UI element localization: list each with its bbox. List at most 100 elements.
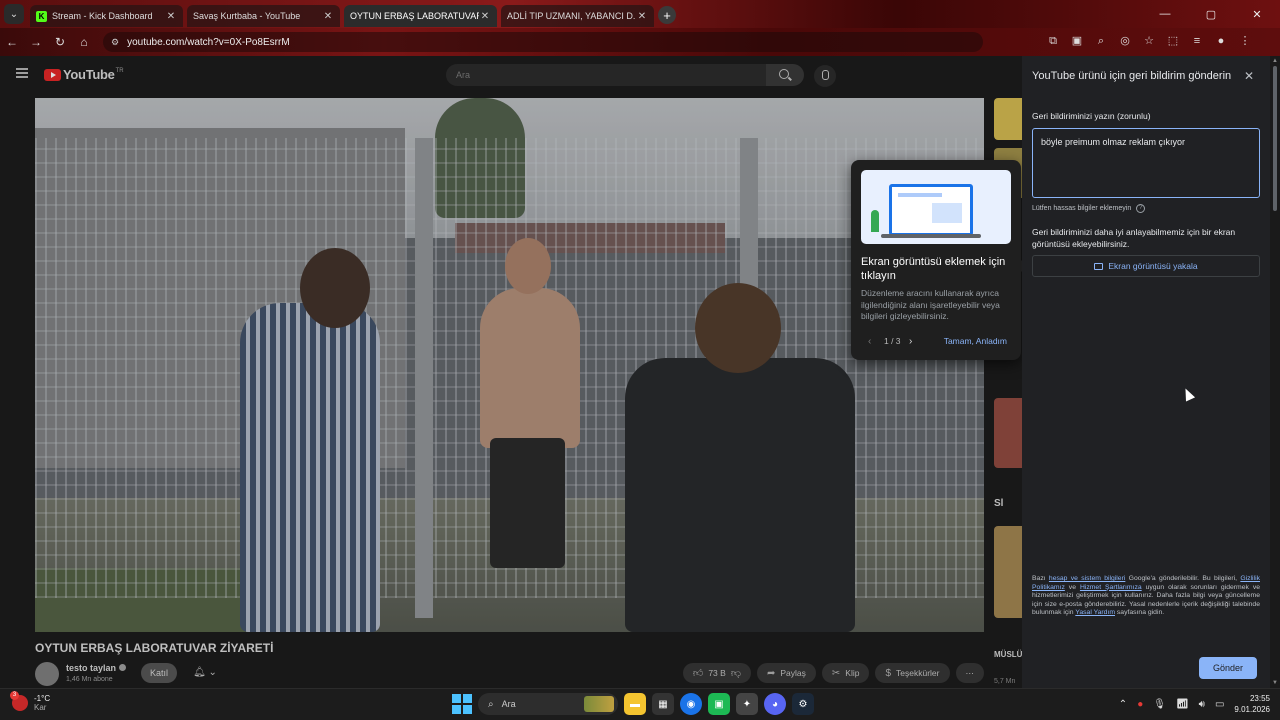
callout-body: Düzenleme aracını kullanarak ayrıca ilgi… bbox=[861, 288, 1000, 321]
battery-icon[interactable]: ▭ bbox=[1215, 699, 1224, 710]
weather-widget[interactable]: 3 -1°C Kar bbox=[10, 691, 51, 712]
discord-icon[interactable]: ◕ bbox=[764, 693, 786, 715]
hint-text: Lütfen hassas bilgiler eklemeyin bbox=[1032, 205, 1132, 212]
time: 23:55 bbox=[1249, 694, 1270, 703]
address-bar[interactable]: ⚙ youtube.com/watch?v=0X-Po8EsrrM bbox=[103, 32, 983, 52]
callout-page-indicator: 1 / 3 bbox=[884, 336, 901, 346]
close-window-icon[interactable]: ✕ bbox=[1234, 8, 1280, 21]
legal-notice: Bazı hesap ve sistem bilgileri Google'a … bbox=[1032, 575, 1260, 618]
tab-kick-dashboard[interactable]: K Stream - Kick Dashboard ✕ bbox=[30, 5, 183, 27]
feedback-panel: YouTube ürünü için geri bildirim gönderi… bbox=[1022, 56, 1270, 688]
cast-icon[interactable]: ▣ bbox=[1070, 34, 1084, 48]
bookmark-star-icon[interactable]: ☆ bbox=[1142, 34, 1156, 48]
callout-ok-button[interactable]: Tamam, Anladım bbox=[944, 336, 1007, 346]
tab-search-button[interactable]: ⌄ bbox=[4, 4, 24, 24]
laptop-screen-illustration bbox=[889, 184, 973, 236]
back-icon[interactable]: ← bbox=[0, 35, 24, 49]
terms-of-service-link[interactable]: Hizmet Şartlarımıza bbox=[1080, 584, 1142, 591]
translate-icon[interactable]: ⧉ bbox=[1046, 34, 1060, 48]
microphone-icon[interactable]: 🎙︎ bbox=[1153, 699, 1166, 710]
chevron-up-icon[interactable]: ⌃ bbox=[1119, 699, 1127, 710]
close-icon[interactable]: ✕ bbox=[479, 11, 491, 22]
close-icon[interactable]: ✕ bbox=[1244, 69, 1254, 83]
store-icon[interactable]: ▦ bbox=[652, 693, 674, 715]
forward-icon[interactable]: → bbox=[24, 35, 48, 49]
app-icon[interactable]: ✦ bbox=[736, 693, 758, 715]
monitor-icon bbox=[1094, 262, 1104, 270]
screen: ⌄ K Stream - Kick Dashboard ✕ Savaş Kurt… bbox=[0, 0, 1280, 720]
window-controls: — ▢ ✕ bbox=[1142, 0, 1280, 28]
zoom-icon[interactable]: ⌕ bbox=[1094, 34, 1108, 48]
scroll-down-icon[interactable]: ▼ bbox=[1272, 680, 1278, 686]
system-tray: ⌃ ● 🎙︎ 📶︎ 🔊︎ ▭ 23:55 9.01.2026 bbox=[1119, 693, 1270, 715]
toolbar: ← → ↻ ⌂ ⚙ youtube.com/watch?v=0X-Po8Esrr… bbox=[0, 28, 1280, 56]
home-icon[interactable]: ⌂ bbox=[72, 35, 96, 49]
legal-text: Google'a gönderilebilir. Bu bilgileri, bbox=[1125, 575, 1241, 582]
steam-icon[interactable]: ⚙ bbox=[792, 693, 814, 715]
notification-badge: 3 bbox=[10, 691, 19, 700]
legal-help-link[interactable]: Yasal Yardım bbox=[1075, 609, 1115, 616]
sensitive-info-hint: Lütfen hassas bilgiler eklemeyin ? bbox=[1032, 204, 1146, 213]
site-info-icon[interactable]: ⚙ bbox=[111, 37, 119, 48]
legal-text: ve bbox=[1064, 583, 1080, 591]
tab-savas-kurtbaba[interactable]: Savaş Kurtbaba - YouTube ✕ bbox=[187, 5, 340, 27]
chrome-icon[interactable]: ◉ bbox=[680, 693, 702, 715]
recording-icon[interactable]: ● bbox=[1137, 699, 1143, 710]
feedback-scrollbar[interactable]: ▲ ▼ bbox=[1270, 56, 1280, 688]
file-explorer-icon[interactable]: ▬ bbox=[624, 693, 646, 715]
extension-icons: ⧉ ▣ ⌕ ◎ ☆ ⬚ ≡ ● ⋮ bbox=[1046, 34, 1252, 48]
close-icon[interactable]: ✕ bbox=[636, 11, 648, 22]
extensions-icon[interactable]: ⬚ bbox=[1166, 34, 1180, 48]
new-tab-button[interactable]: + bbox=[658, 6, 676, 24]
minimize-icon[interactable]: — bbox=[1142, 8, 1188, 20]
maximize-icon[interactable]: ▢ bbox=[1188, 8, 1234, 21]
account-info-link[interactable]: hesap ve sistem bilgileri bbox=[1049, 575, 1125, 582]
reading-list-icon[interactable]: ≡ bbox=[1190, 34, 1204, 48]
chevron-right-icon[interactable]: › bbox=[909, 336, 912, 347]
weather-temperature: -1°C bbox=[34, 694, 51, 703]
close-icon[interactable]: ✕ bbox=[165, 11, 177, 22]
tab-oytun-erbas[interactable]: OYTUN ERBAŞ LABORATUVAR ✕ bbox=[344, 5, 497, 27]
weather-condition: Kar bbox=[34, 703, 47, 712]
chevron-left-icon[interactable]: ‹ bbox=[868, 336, 871, 347]
scroll-up-icon[interactable]: ▲ bbox=[1272, 58, 1278, 64]
network-icon[interactable]: 📶︎ bbox=[1176, 699, 1189, 710]
page-overlay bbox=[0, 56, 1022, 688]
feedback-textarea[interactable]: böyle preimum olmaz reklam çıkıyor bbox=[1032, 128, 1260, 198]
send-button[interactable]: Gönder bbox=[1199, 657, 1257, 679]
url-text: youtube.com/watch?v=0X-Po8EsrrM bbox=[127, 36, 290, 48]
reload-icon[interactable]: ↻ bbox=[48, 35, 72, 49]
eye-off-icon[interactable]: ◎ bbox=[1118, 34, 1132, 48]
search-highlight-image bbox=[584, 696, 614, 712]
feedback-title: YouTube ürünü için geri bildirim gönderi… bbox=[1032, 70, 1232, 82]
menu-icon[interactable]: ⋮ bbox=[1238, 34, 1252, 48]
volume-icon[interactable]: 🔊︎ bbox=[1199, 699, 1205, 710]
callout-title: Ekran görüntüsü eklemek için tıklayın bbox=[861, 256, 1006, 282]
laptop-illustration bbox=[861, 170, 1011, 244]
taskbar-apps: ⌕ Ara ▬ ▦ ◉ ▣ ✦ ◕ ⚙ bbox=[452, 693, 814, 715]
feedback-field-label: Geri bildiriminizi yazın (zorunlu) bbox=[1032, 111, 1151, 121]
scrollbar-thumb[interactable] bbox=[1273, 66, 1277, 211]
weather-icon: 3 bbox=[10, 691, 28, 711]
capture-screenshot-button[interactable]: Ekran görüntüsü yakala bbox=[1032, 255, 1260, 277]
help-icon[interactable]: ? bbox=[1136, 204, 1146, 213]
legal-text: sayfasına gidin. bbox=[1115, 609, 1165, 617]
kick-icon: K bbox=[36, 10, 47, 22]
tab-strip: ⌄ K Stream - Kick Dashboard ✕ Savaş Kurt… bbox=[0, 0, 1280, 28]
date: 9.01.2026 bbox=[1234, 705, 1270, 714]
app-icon[interactable]: ▣ bbox=[708, 693, 730, 715]
taskbar-search-label: Ara bbox=[501, 699, 516, 709]
plant-illustration bbox=[871, 210, 879, 232]
capture-screenshot-label: Ekran görüntüsü yakala bbox=[1108, 261, 1198, 271]
taskbar-search[interactable]: ⌕ Ara bbox=[478, 693, 618, 715]
tab-adli-tip[interactable]: ADLİ TIP UZMANI, YABANCI D... ✕ bbox=[501, 5, 654, 27]
close-icon[interactable]: ✕ bbox=[322, 11, 334, 22]
screenshot-description: Geri bildiriminizi daha iyi anlayabilmem… bbox=[1032, 227, 1236, 249]
clock[interactable]: 23:55 9.01.2026 bbox=[1234, 693, 1270, 715]
profile-icon[interactable]: ● bbox=[1214, 34, 1228, 48]
windows-start-icon[interactable] bbox=[452, 694, 472, 714]
legal-text: Bazı bbox=[1032, 575, 1049, 582]
tab-title: OYTUN ERBAŞ LABORATUVAR bbox=[350, 11, 479, 21]
tab-title: Stream - Kick Dashboard bbox=[52, 11, 153, 21]
taskbar: 3 -1°C Kar ⌕ Ara ▬ ▦ ◉ ▣ ✦ ◕ ⚙ ⌃ ● 🎙︎ 📶︎… bbox=[0, 688, 1280, 720]
